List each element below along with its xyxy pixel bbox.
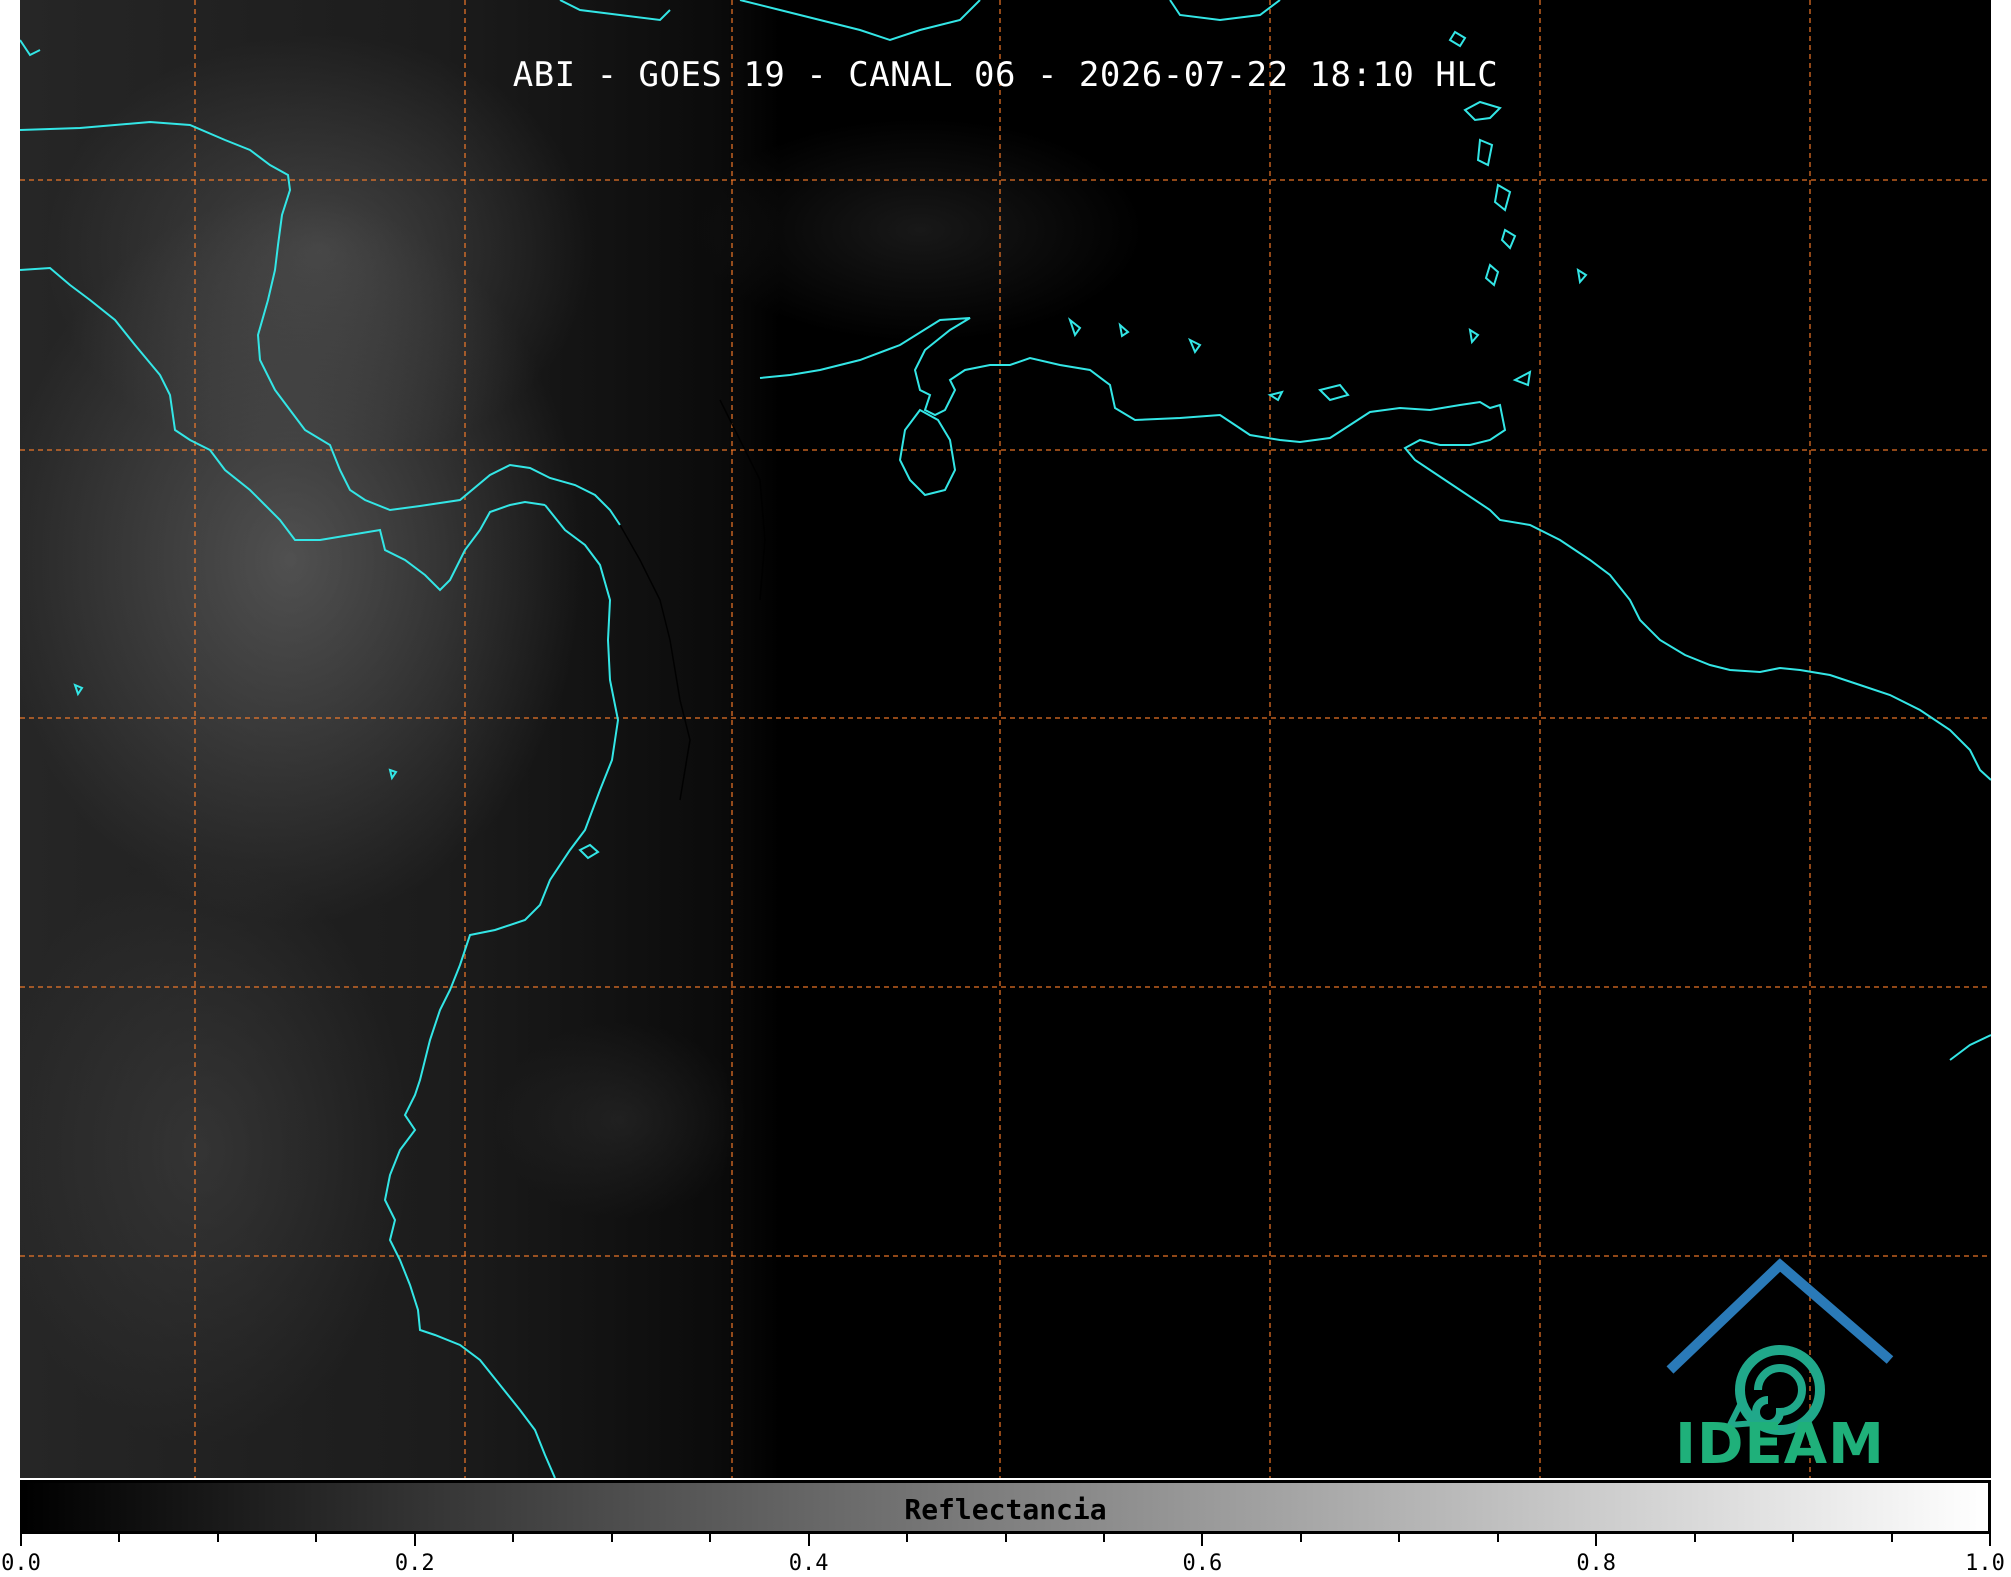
coastline-north-islands (20, 39, 41, 57)
colorbar-minor-tick (118, 1534, 121, 1542)
coastline-island (1448, 30, 1467, 48)
colorbar-minor-tick (1693, 1534, 1696, 1542)
colorbar-minor-tick (512, 1534, 515, 1542)
colorbar: Reflectancia (20, 1480, 1991, 1534)
colorbar-tick-label: 0.2 (394, 1551, 435, 1576)
coastline-island (73, 683, 84, 697)
coastline-island (1500, 228, 1517, 250)
country-borders (619, 399, 766, 801)
colorbar-minor-tick (1398, 1534, 1401, 1542)
coastline-island (1476, 138, 1494, 167)
colorbar-tick-label: 0.6 (1182, 1551, 1223, 1576)
colorbar-minor-tick (1299, 1534, 1302, 1542)
coastline-north-islands (739, 0, 981, 42)
coastline-island (1484, 263, 1500, 287)
colorbar-tick-label: 0.0 (1, 1551, 41, 1576)
colorbar-minor-tick (709, 1534, 712, 1542)
colorbar-minor-tick (1792, 1534, 1795, 1542)
coastline-island (1067, 317, 1082, 338)
coastline-north-islands (1169, 0, 1281, 22)
colorbar-minor-tick (1496, 1534, 1499, 1542)
colorbar-minor-tick (216, 1534, 219, 1542)
coastline-north-islands (559, 0, 671, 22)
coastline-island (1949, 1034, 1991, 1061)
logo-text: IDEAM (1675, 1412, 1885, 1477)
colorbar-minor-tick (906, 1534, 909, 1542)
coastline-island (1267, 390, 1284, 402)
coastline-caribbean-south (759, 317, 1991, 781)
colorbar-major-tick (413, 1534, 416, 1546)
colorbar-minor-tick (610, 1534, 613, 1542)
colorbar-major-tick (1595, 1534, 1598, 1546)
coastline-island (578, 843, 600, 860)
coastline-island (1576, 267, 1588, 285)
colorbar-major-tick (20, 1534, 22, 1546)
coastline-central-america-north (20, 120, 621, 526)
colorbar-tick-label: 0.4 (788, 1551, 829, 1576)
colorbar-major-tick (1989, 1534, 1991, 1546)
colorbar-major-tick (1201, 1534, 1204, 1546)
image-title: ABI - GOES 19 - CANAL 06 - 2026-07-22 18… (512, 55, 1499, 95)
coastline-island (388, 768, 398, 781)
coastline-island (1318, 383, 1350, 402)
colorbar-major-tick (807, 1534, 810, 1546)
coastline-island (1118, 322, 1130, 338)
colorbar-minor-tick (315, 1534, 318, 1542)
colorbar-minor-tick (1102, 1534, 1105, 1542)
coastline-island (1463, 100, 1502, 122)
colorbar-ticks: 0.0 0.2 0.4 0.6 0.8 1.0 (0, 1534, 2011, 1577)
coastline-island (1468, 327, 1480, 345)
coastline-island (1188, 337, 1202, 355)
coastline-colombia-pacific (383, 504, 620, 1478)
colorbar-tick-label: 1.0 (1965, 1551, 2005, 1576)
coastline-central-america-pacific (20, 266, 546, 592)
colorbar-minor-tick (1004, 1534, 1007, 1542)
coastline-island (1493, 183, 1512, 212)
coastline-island (1512, 370, 1532, 387)
colorbar-label: Reflectancia (904, 1493, 1107, 1526)
colorbar-tick-label: 0.8 (1576, 1551, 1617, 1576)
colorbar-minor-tick (1890, 1534, 1893, 1542)
coastline-panama-gulf (898, 408, 957, 497)
